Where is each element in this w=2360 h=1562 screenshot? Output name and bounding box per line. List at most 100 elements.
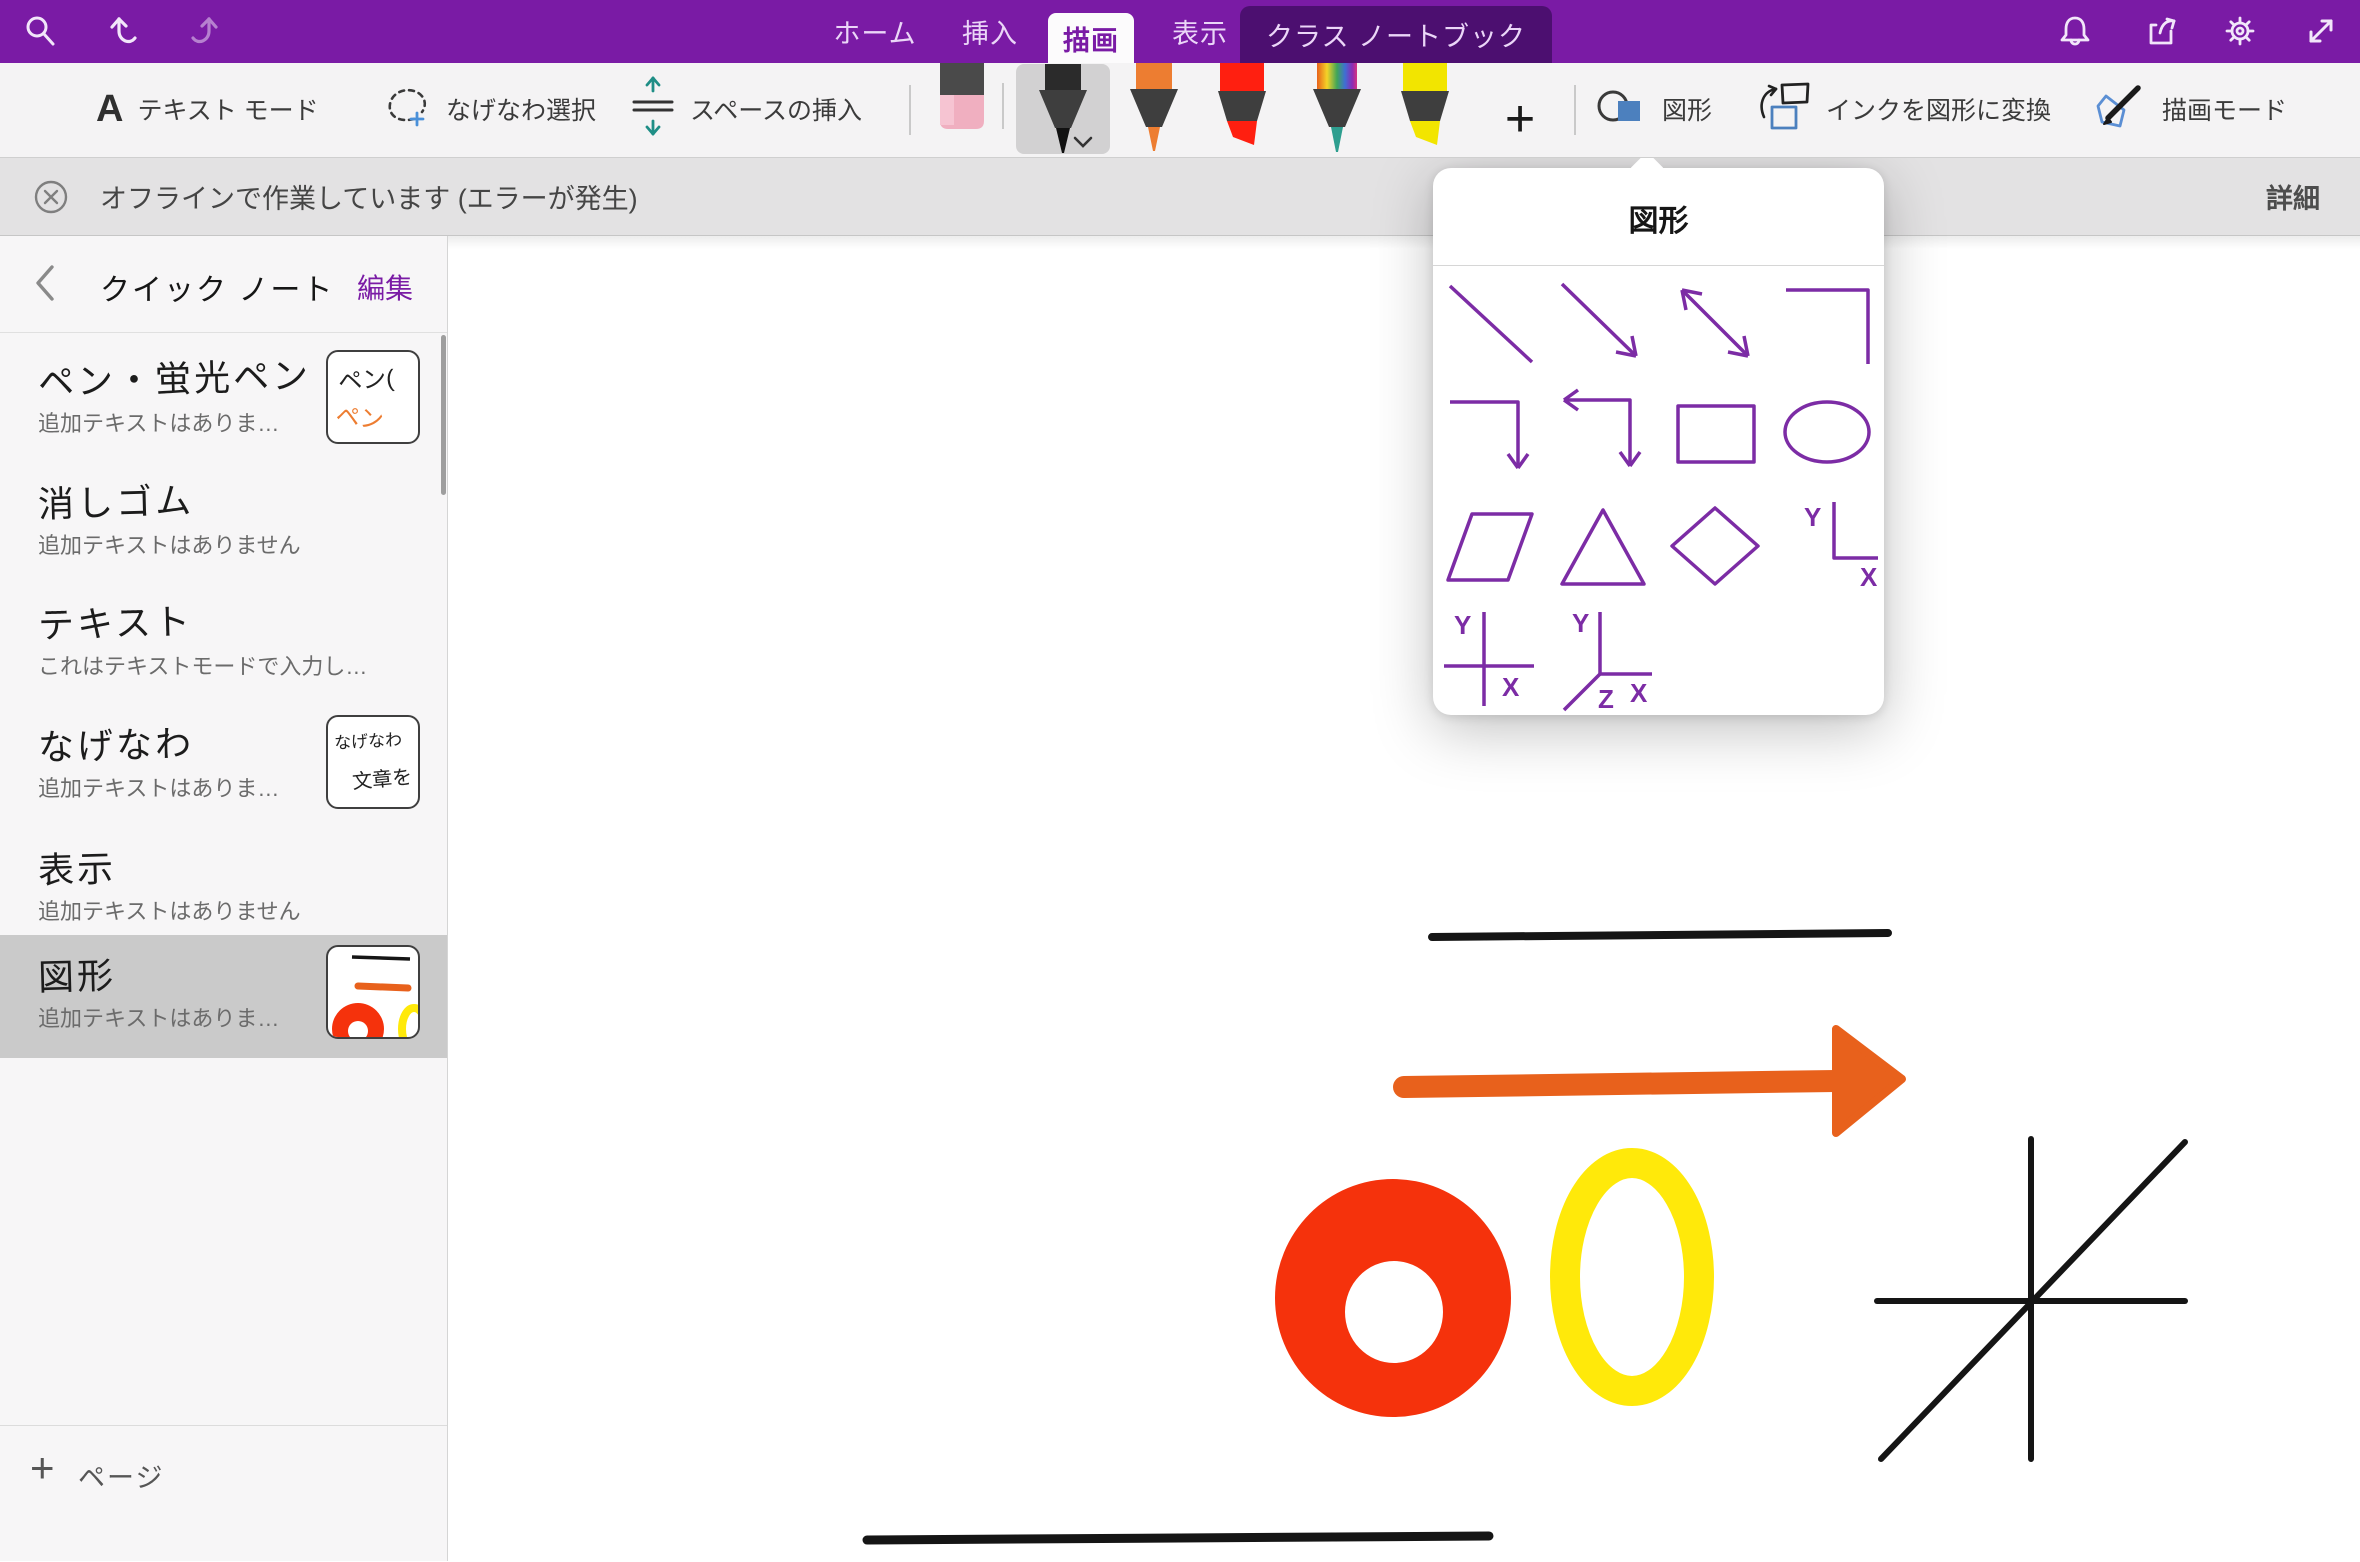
page-subtitle: これはテキストモードで入力し… (38, 649, 367, 681)
popup-divider (1433, 265, 1884, 266)
detail-link[interactable]: 詳細 (2266, 177, 2320, 216)
page-title: 図形 (37, 947, 116, 1001)
shape-rectangle[interactable] (1660, 380, 1772, 492)
page-thumbnail: ペン( ペン (326, 350, 420, 444)
tab-insert[interactable]: 挿入 (945, 0, 1035, 63)
insert-space-label: スペースの挿入 (690, 91, 862, 127)
shape-parallelogram[interactable] (1436, 492, 1548, 604)
lasso-select-button[interactable]: なげなわ選択 (384, 79, 596, 139)
page-item-shapes-selected[interactable]: 図形 追加テキストはありま… (0, 935, 447, 1058)
text-mode-button[interactable]: A テキスト モード (96, 79, 319, 139)
settings-icon[interactable] (2218, 9, 2262, 53)
thumb-text: ペン (334, 396, 385, 436)
page-item-text[interactable]: テキスト これはテキストモードで入力し… (0, 583, 447, 704)
page-subtitle: 追加テキストはありません (38, 528, 301, 560)
page-subtitle: 追加テキストはありま… (38, 771, 279, 803)
tab-view[interactable]: 表示 (1155, 0, 1245, 63)
red-highlighter[interactable] (1210, 63, 1274, 154)
add-page-label[interactable]: ページ (78, 1456, 164, 1495)
orange-pen[interactable] (1122, 63, 1186, 160)
shape-axes-cross[interactable]: YX (1436, 604, 1548, 716)
shape-double-arrow[interactable] (1660, 268, 1772, 380)
rainbow-pen[interactable] (1305, 63, 1369, 160)
draw-mode-icon (2094, 82, 2148, 137)
tab-class-notebook[interactable]: クラス ノートブック (1240, 6, 1552, 63)
page-title: 消しゴム (37, 472, 194, 528)
redo-icon[interactable] (180, 9, 224, 53)
dismiss-error-icon[interactable] (33, 179, 69, 220)
insert-space-icon (630, 75, 676, 144)
shapes-button[interactable]: 図形 (1596, 79, 1712, 139)
lasso-icon (384, 83, 432, 136)
page-title: テキスト (37, 593, 193, 649)
shapes-label: 図形 (1662, 91, 1712, 127)
note-canvas[interactable] (448, 235, 2360, 1561)
eraser[interactable] (934, 63, 990, 136)
draw-mode-label: 描画モード (2162, 91, 2287, 127)
toolbar-divider (909, 85, 911, 135)
draw-mode-button[interactable]: 描画モード (2094, 79, 2287, 139)
tab-home[interactable]: ホーム (820, 0, 930, 63)
thumb-text: なげなわ (333, 725, 402, 754)
text-mode-icon: A (96, 88, 123, 131)
page-item-view[interactable]: 表示 追加テキストはありません (0, 828, 447, 949)
page-title: 表示 (37, 840, 116, 894)
shape-diamond[interactable] (1660, 492, 1772, 604)
pen-options-chevron-icon (1072, 136, 1094, 148)
sidebar-scrollbar[interactable] (441, 335, 446, 495)
page-item-lasso[interactable]: なげなわ 追加テキストはありま… なげなわ 文章を (0, 705, 447, 826)
shape-triangle[interactable] (1548, 492, 1660, 604)
svg-text:Y: Y (1804, 502, 1821, 532)
yellow-highlighter[interactable] (1393, 63, 1457, 154)
toolbar-divider-2 (1574, 85, 1576, 135)
tab-draw[interactable]: 描画 (1048, 13, 1134, 63)
undo-icon[interactable] (104, 9, 148, 53)
black-pen-selected[interactable] (1016, 64, 1110, 154)
shapes-icon (1596, 85, 1648, 134)
insert-space-button[interactable]: スペースの挿入 (630, 79, 862, 139)
ink-to-shape-icon (1756, 81, 1812, 138)
thumb-text: ペン( (337, 358, 395, 397)
search-icon[interactable] (18, 9, 62, 53)
tab-view-label: 表示 (1172, 12, 1228, 51)
page-subtitle: 追加テキストはありま… (38, 406, 279, 438)
share-icon[interactable] (2139, 9, 2183, 53)
shapes-popup: 図形 YX YX (1433, 168, 1884, 715)
ink-to-shape-button[interactable]: インクを図形に変換 (1756, 79, 2051, 139)
add-page-plus-icon[interactable]: + (30, 1444, 55, 1492)
edit-button[interactable]: 編集 (357, 267, 413, 307)
page-thumbnail: なげなわ 文章を (326, 715, 420, 809)
page-list-panel: クイック ノート 編集 ペン・蛍光ペン 追加テキストはありま… ペン( ペン 消… (0, 235, 448, 1561)
tab-draw-label: 描画 (1063, 19, 1119, 58)
add-pen-button[interactable]: + (1492, 91, 1548, 147)
tab-home-label: ホーム (833, 12, 916, 51)
page-title: ペン・蛍光ペン (37, 347, 311, 406)
shape-ellipse[interactable] (1772, 380, 1884, 492)
shape-elbow-connector[interactable] (1772, 268, 1884, 380)
shape-axes-3d[interactable]: YXZ (1548, 604, 1660, 716)
back-chevron-icon[interactable] (30, 261, 58, 310)
app-title-bar: ホーム 挿入 描画 表示 クラス ノートブック (0, 0, 2360, 63)
shape-axes-quadrant[interactable]: YX (1772, 492, 1884, 604)
svg-text:X: X (1502, 672, 1520, 702)
canvas-top-shadow (448, 235, 2360, 249)
shape-elbow-arrow[interactable] (1436, 380, 1548, 492)
thumb-text: 文章を (351, 760, 413, 794)
page-thumbnail-drawing (326, 945, 420, 1039)
page-title: なげなわ (37, 715, 194, 771)
ink-to-shape-label: インクを図形に変換 (1826, 91, 2051, 127)
bell-icon[interactable] (2053, 9, 2097, 53)
shape-elbow-double-arrow[interactable] (1548, 380, 1660, 492)
lasso-label: なげなわ選択 (446, 91, 596, 127)
page-list-header: クイック ノート 編集 (0, 235, 447, 333)
shape-line[interactable] (1436, 268, 1548, 380)
shape-arrow[interactable] (1548, 268, 1660, 380)
pen-divider (1002, 83, 1004, 129)
page-item-pen[interactable]: ペン・蛍光ペン 追加テキストはありま… ペン( ペン (0, 340, 447, 461)
page-item-eraser[interactable]: 消しゴム 追加テキストはありません (0, 462, 447, 583)
expand-icon[interactable] (2299, 9, 2343, 53)
tab-insert-label: 挿入 (962, 12, 1018, 51)
add-page-row: + ページ (0, 1425, 447, 1562)
svg-text:Z: Z (1598, 684, 1614, 714)
offline-message: オフラインで作業しています (エラーが発生) (100, 177, 638, 216)
